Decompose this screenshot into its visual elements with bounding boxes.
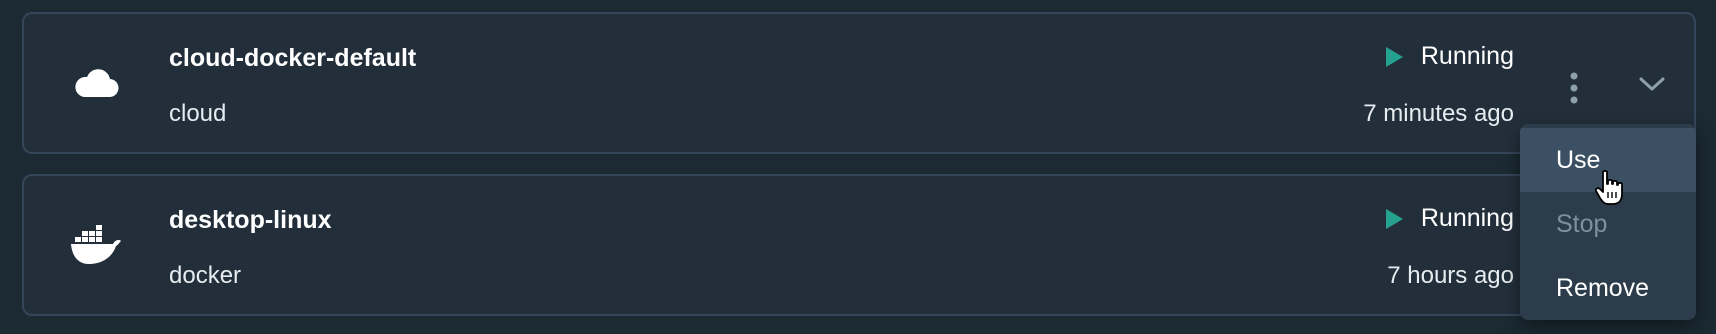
last-updated: 7 hours ago bbox=[1387, 262, 1514, 289]
status-indicator: Running bbox=[1385, 204, 1514, 233]
play-icon bbox=[1385, 46, 1403, 67]
expand-button[interactable] bbox=[1632, 64, 1672, 104]
builder-card-cloud-docker-default[interactable]: cloud-docker-default cloud Running 7 min… bbox=[22, 12, 1696, 154]
builder-actions-menu: Use Stop Remove bbox=[1520, 124, 1696, 320]
builder-card-desktop-linux[interactable]: desktop-linux docker Running 7 hours ago bbox=[22, 174, 1696, 316]
hand-pointer-cursor-icon bbox=[1594, 169, 1626, 206]
builder-name: desktop-linux bbox=[169, 206, 332, 234]
last-updated: 7 minutes ago bbox=[1363, 100, 1514, 127]
status-indicator: Running bbox=[1385, 42, 1514, 71]
builder-driver: cloud bbox=[169, 100, 227, 127]
menu-item-remove[interactable]: Remove bbox=[1520, 256, 1696, 320]
kebab-menu-icon bbox=[1570, 72, 1578, 104]
status-label: Running bbox=[1420, 204, 1514, 232]
docker-whale-icon bbox=[68, 220, 124, 270]
play-icon bbox=[1385, 208, 1403, 229]
builder-driver: docker bbox=[169, 262, 242, 289]
chevron-down-icon bbox=[1639, 77, 1665, 91]
cloud-icon bbox=[68, 58, 124, 108]
builder-name: cloud-docker-default bbox=[169, 44, 417, 72]
status-label: Running bbox=[1420, 42, 1514, 70]
more-actions-button[interactable] bbox=[1554, 68, 1594, 108]
